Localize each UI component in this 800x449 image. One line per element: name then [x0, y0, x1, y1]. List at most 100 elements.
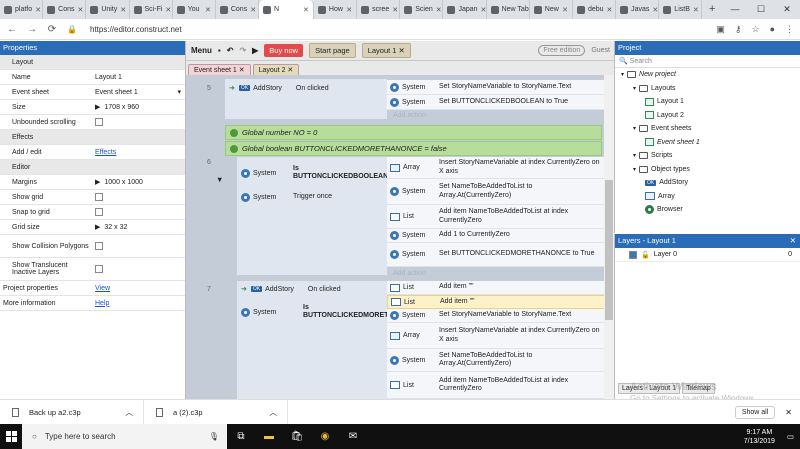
- tree-item[interactable]: Layout 2: [615, 109, 800, 123]
- property-value[interactable]: [93, 118, 185, 126]
- back-icon[interactable]: ←: [6, 24, 18, 35]
- property-value[interactable]: Event sheet 1 ▾: [93, 88, 185, 97]
- browser-tab[interactable]: Cons ✕: [43, 0, 87, 19]
- tree-item[interactable]: Event sheet 1: [615, 136, 800, 150]
- property-row[interactable]: Project properties View: [0, 281, 185, 296]
- tree-item[interactable]: Browser: [615, 203, 800, 217]
- expand-arrow-icon[interactable]: ▶: [95, 103, 100, 111]
- expand-arrow-icon[interactable]: ▾: [633, 152, 636, 159]
- close-icon[interactable]: ✕: [481, 6, 486, 14]
- property-value[interactable]: ▶ 32 x 32: [93, 223, 185, 232]
- property-value[interactable]: ▶ 1708 x 960: [93, 103, 185, 112]
- scrollbar-thumb[interactable]: [605, 180, 613, 320]
- condition-row[interactable]: ➜ OK AddStory On clicked: [237, 282, 387, 296]
- tree-item[interactable]: OK AddStory: [615, 176, 800, 190]
- reload-icon[interactable]: ⟳: [46, 24, 58, 35]
- chevron-up-icon[interactable]: ︿: [126, 407, 134, 418]
- start-page-tab[interactable]: Start page: [309, 43, 356, 58]
- action-row[interactable]: List Add item "": [387, 281, 605, 295]
- browser-tab[interactable]: Japan ✕: [443, 0, 487, 19]
- close-icon[interactable]: ✕: [120, 6, 126, 14]
- add-action-link[interactable]: Add action: [387, 267, 605, 280]
- save-icon[interactable]: ▪: [218, 46, 221, 55]
- lock-icon[interactable]: 🔓: [641, 251, 650, 259]
- property-row[interactable]: Name Layout 1: [0, 70, 185, 85]
- task-view-icon[interactable]: ⧉: [227, 431, 255, 442]
- property-value[interactable]: Layout 1: [93, 74, 185, 81]
- global-variable-row[interactable]: Global boolean BUTTONCLICKEDMORETHANONCE…: [225, 141, 602, 156]
- browser-tab[interactable]: ListB ✕: [659, 0, 703, 19]
- tree-item[interactable]: ▾ Event sheets: [615, 122, 800, 136]
- browser-tab[interactable]: How ✕: [314, 0, 358, 19]
- tree-item[interactable]: Array: [615, 190, 800, 204]
- property-value[interactable]: [93, 208, 185, 216]
- close-icon[interactable]: ✕: [562, 6, 568, 14]
- action-row[interactable]: Array Insert StoryNameVariable at index C…: [387, 323, 605, 349]
- windows-start-icon[interactable]: [0, 431, 22, 442]
- close-icon[interactable]: ✕: [303, 6, 309, 14]
- project-search-input[interactable]: 🔍 Search: [615, 55, 800, 68]
- property-row[interactable]: Unbounded scrolling: [0, 115, 185, 130]
- expand-arrow-icon[interactable]: ▶: [95, 178, 100, 186]
- browser-tab[interactable]: debu ✕: [573, 0, 617, 19]
- layer-visible-checkbox[interactable]: [629, 250, 637, 259]
- action-row[interactable]: List Add item NameToBeAddedToList at inde…: [387, 205, 605, 229]
- layout-1-tab[interactable]: Layout 1 ✕: [361, 43, 411, 58]
- close-icon[interactable]: ✕: [78, 6, 84, 14]
- global-variable-row[interactable]: Global number NO = 0: [225, 125, 602, 140]
- minimize-icon[interactable]: —: [722, 0, 748, 19]
- browser-tab[interactable]: Cons ✕: [216, 0, 260, 19]
- browser-tab[interactable]: Sci-Fi ✕: [130, 0, 173, 19]
- undo-icon[interactable]: ↶: [227, 46, 234, 55]
- new-tab-button[interactable]: +: [702, 0, 722, 19]
- checkbox[interactable]: [95, 242, 103, 250]
- microphone-icon[interactable]: 🎙: [209, 432, 219, 441]
- expand-arrow-icon[interactable]: ▾: [633, 85, 636, 92]
- close-icon[interactable]: ✕: [392, 6, 398, 14]
- tab-layout-2[interactable]: Layout 2 ✕: [252, 64, 300, 75]
- property-value[interactable]: [93, 265, 185, 273]
- close-icon[interactable]: ✕: [790, 234, 796, 248]
- redo-icon[interactable]: ↷: [239, 46, 246, 55]
- condition-row[interactable]: ➜ OK AddStory On clicked: [225, 80, 387, 96]
- close-icon[interactable]: ✕: [205, 6, 211, 14]
- chrome-icon[interactable]: ◉: [311, 431, 339, 442]
- mail-icon[interactable]: ✉: [339, 431, 367, 442]
- condition-row[interactable]: System Is BUTTONCLICKEDBOOLEAN: [237, 159, 388, 187]
- action-row[interactable]: List Add item NameToBeAddedToList at inde…: [387, 372, 605, 399]
- collapse-arrow-icon[interactable]: ▼: [216, 175, 223, 184]
- action-row[interactable]: System Set NameToBeAddedToList to Array.A…: [387, 349, 605, 372]
- browser-tab[interactable]: You ✕: [173, 0, 216, 19]
- star-icon[interactable]: ☆: [751, 24, 759, 35]
- property-value[interactable]: View: [93, 285, 185, 292]
- tree-item[interactable]: ▾ Object types: [615, 163, 800, 177]
- property-value[interactable]: [93, 193, 185, 201]
- menu-icon[interactable]: ⋮: [785, 24, 794, 35]
- expand-arrow-icon[interactable]: ▾: [633, 125, 636, 132]
- property-row[interactable]: Add / edit Effects: [0, 145, 185, 160]
- close-icon[interactable]: ✕: [785, 408, 792, 417]
- clock[interactable]: 9:17 AM 7/13/2019: [744, 428, 775, 446]
- action-row[interactable]: Array Insert StoryNameVariable at index C…: [387, 157, 605, 179]
- menu-button[interactable]: Menu: [191, 46, 212, 55]
- close-icon[interactable]: ✕: [35, 6, 41, 14]
- store-icon[interactable]: 🛍: [283, 431, 311, 442]
- chevron-up-icon[interactable]: ︿: [270, 407, 278, 418]
- forward-icon[interactable]: →: [26, 24, 38, 35]
- property-row[interactable]: Event sheet Event sheet 1 ▾: [0, 85, 185, 100]
- dropdown-arrow-icon[interactable]: ▾: [177, 88, 181, 96]
- action-row[interactable]: System Set NameToBeAddedToList to Array.A…: [387, 179, 605, 205]
- close-icon[interactable]: ✕: [693, 6, 699, 14]
- property-row[interactable]: Snap to grid: [0, 205, 185, 220]
- key-icon[interactable]: ⚷: [735, 24, 742, 35]
- tree-item[interactable]: Layout 1: [615, 95, 800, 109]
- browser-tab[interactable]: Scien ✕: [400, 0, 444, 19]
- action-row[interactable]: System Set BUTTONCLICKEDBOOLEAN to True: [387, 95, 605, 110]
- property-value[interactable]: Effects: [93, 149, 185, 156]
- property-row[interactable]: Margins ▶ 1000 x 1000: [0, 175, 185, 190]
- maximize-icon[interactable]: ☐: [748, 0, 774, 19]
- action-row[interactable]: System Add 1 to CurrentlyZero: [387, 229, 605, 243]
- property-row[interactable]: Show Collision Polygons: [0, 235, 185, 258]
- browser-tab[interactable]: scree ✕: [357, 0, 401, 19]
- close-icon[interactable]: ✕: [652, 6, 658, 14]
